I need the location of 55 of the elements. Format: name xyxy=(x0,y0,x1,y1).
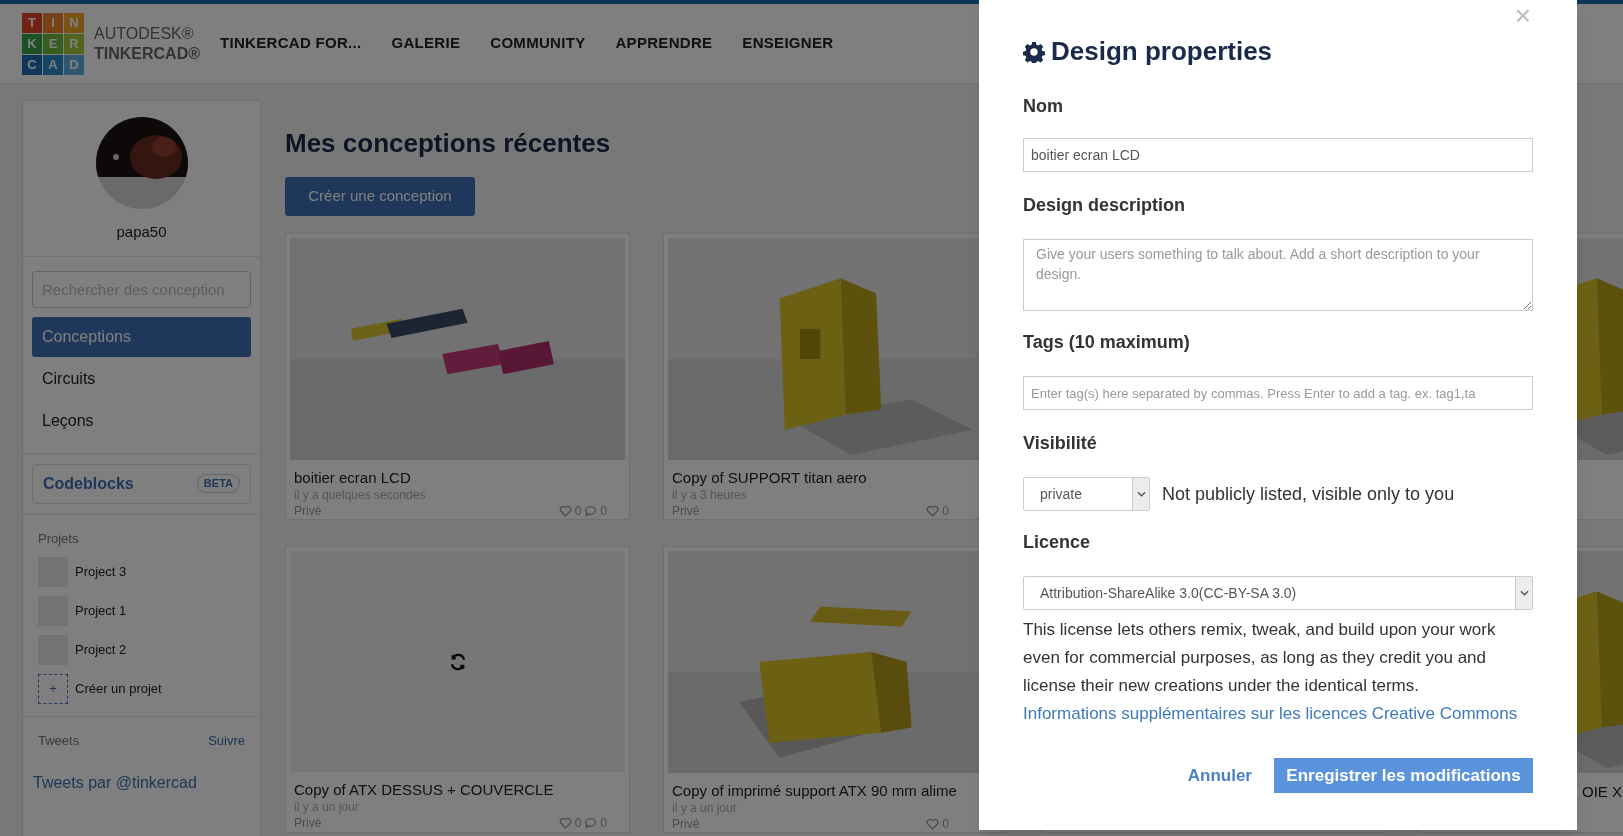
licence-description: This license lets others remix, tweak, and build upon your work even for commercial purposes, as long as they credit you and license their new creations under the identical terms. Informations supplémentaires sur les licences Creative Commons xyxy=(1023,619,1519,725)
create-project-link[interactable]: + Créer un projet xyxy=(38,674,245,704)
sidebar-item[interactable]: Circuits xyxy=(32,358,251,399)
project-item[interactable]: Project 3 xyxy=(38,557,245,587)
username: papa50 xyxy=(116,222,167,242)
name-field[interactable]: boitier ecran LCD xyxy=(1023,138,1533,172)
dialog-title: Design properties xyxy=(1051,35,1273,68)
brand-text: AUTODESK® xyxy=(94,23,195,44)
description-field[interactable]: Give your users something to talk about. Add a short description to your design. xyxy=(1023,239,1533,311)
nav-link[interactable]: ENSEIGNER xyxy=(742,32,834,55)
nav-link[interactable]: GALERIE xyxy=(391,32,461,55)
design-title: boitier ecran LCD xyxy=(294,468,412,488)
heart-icon xyxy=(558,817,572,829)
add-icon: + xyxy=(38,674,68,704)
project-item[interactable]: Project 1 xyxy=(38,596,245,626)
licence-info-link[interactable]: Informations supplémentaires sur les licences Creative Commons xyxy=(1023,704,1518,723)
brand-text: TINKERCAD® xyxy=(94,43,200,64)
visibility-select[interactable]: private xyxy=(1023,477,1150,511)
logo[interactable]: T I N K E R C A D xyxy=(22,12,84,75)
field-label: Licence xyxy=(1023,531,1092,554)
licence-select[interactable]: Attribution-ShareAlike 3.0(CC-BY-SA 3.0) xyxy=(1023,576,1533,610)
design-title: Copy of imprimé support ATX 90 mm alime xyxy=(672,781,958,801)
refresh-icon xyxy=(448,652,467,671)
heart-icon xyxy=(558,505,572,517)
nav-link[interactable]: TINKERCAD FOR... xyxy=(220,32,362,55)
visibility-note: Not publicly listed, visible only to you xyxy=(1162,482,1455,506)
field-label: Design description xyxy=(1023,194,1187,217)
save-button[interactable]: Enregistrer les modifications xyxy=(1274,758,1533,793)
field-label: Tags (10 maximum) xyxy=(1023,331,1191,354)
section-title: Tweets xyxy=(38,732,80,750)
comment-icon xyxy=(584,817,598,829)
tweets-link[interactable]: Tweets par @tinkercad xyxy=(23,750,260,795)
codeblocks-link[interactable]: Codeblocks BETA xyxy=(32,463,251,504)
heart-icon xyxy=(926,505,940,517)
design-title: Copy of SUPPORT titan aero xyxy=(672,468,868,488)
design-title: OIE X xyxy=(1582,782,1623,802)
nav-link[interactable]: APPRENDRE xyxy=(615,32,713,55)
sidebar-item[interactable]: Leçons xyxy=(32,400,251,441)
heart-icon xyxy=(926,818,940,830)
field-label: Nom xyxy=(1023,95,1064,118)
comment-icon xyxy=(584,505,598,517)
chevron-down-icon xyxy=(1519,590,1529,596)
tags-field[interactable]: Enter tag(s) here separated by commas. Press Enter to add a tag. ex. tag1,ta xyxy=(1023,376,1533,410)
settings-icon xyxy=(1023,40,1045,63)
sidebar-item[interactable]: Conceptions xyxy=(32,316,251,357)
cancel-button[interactable]: Annuler xyxy=(1187,762,1252,789)
nav-link[interactable]: COMMUNITY xyxy=(490,32,586,55)
create-design-button[interactable]: Créer une conception xyxy=(285,177,475,216)
design-title: Copy of ATX DESSUS + COUVERCLE xyxy=(294,780,555,800)
section-title: Projets xyxy=(38,529,80,548)
project-item[interactable]: Project 2 xyxy=(38,635,245,665)
follow-link[interactable]: Suivre xyxy=(208,731,245,751)
chevron-down-icon xyxy=(1136,491,1146,497)
field-label: Visibilité xyxy=(1023,432,1098,455)
page-title: Mes conceptions récentes xyxy=(285,127,611,160)
